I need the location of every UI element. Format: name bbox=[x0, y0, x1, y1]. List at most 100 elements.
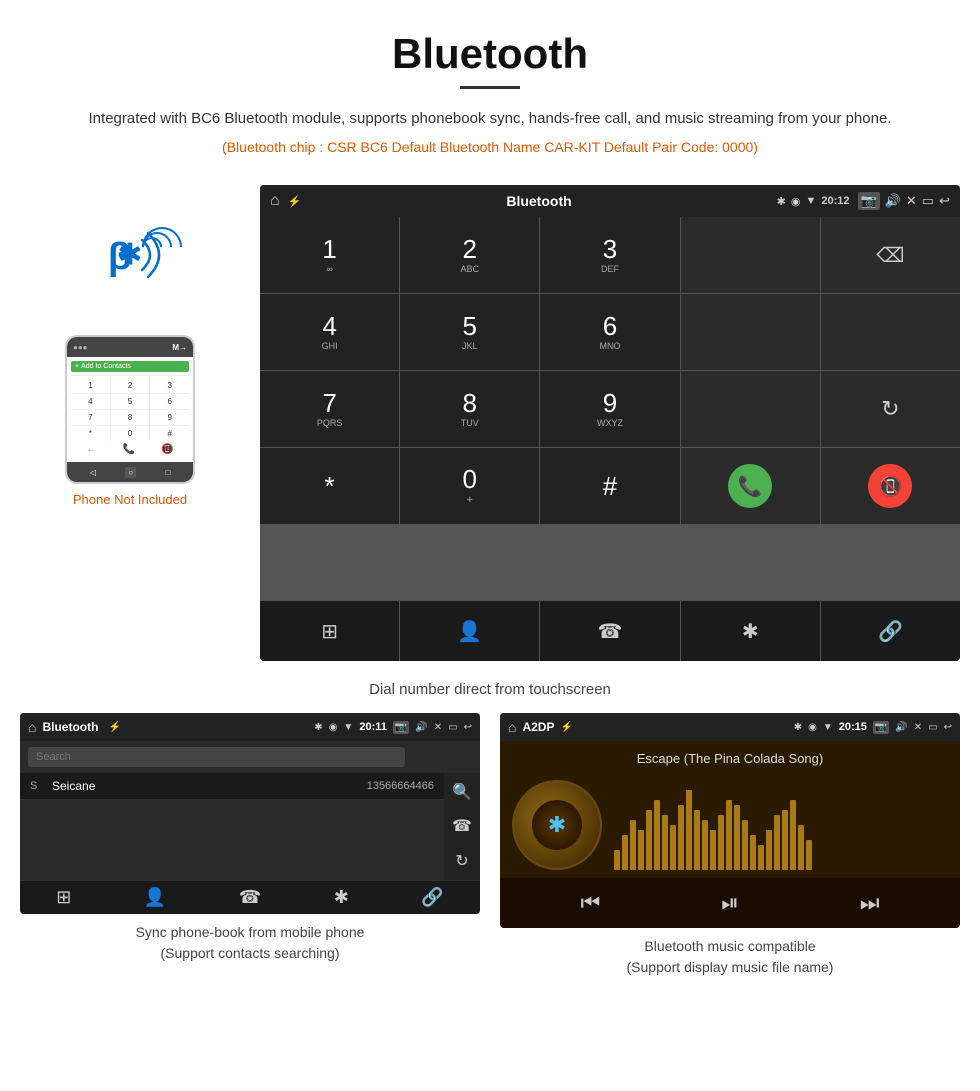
backspace-key[interactable]: ⌫ bbox=[821, 217, 960, 293]
phone-key-1: 1 bbox=[71, 378, 110, 393]
volume-icon[interactable]: 🔊 bbox=[885, 193, 901, 209]
phone-key-7: 7 bbox=[71, 410, 110, 425]
pb-search-side-icon[interactable]: 🔍 bbox=[452, 782, 472, 802]
dial-key-star[interactable]: * bbox=[260, 448, 399, 524]
pb-contact-row[interactable]: S Seicane 13566664466 bbox=[20, 773, 444, 800]
window-icon[interactable]: ▭ bbox=[922, 193, 934, 209]
phone-key-2: 2 bbox=[111, 378, 150, 393]
status-right-icons: 📷 🔊 ✕ ▭ ↩ bbox=[858, 192, 950, 210]
sub-tuv: TUV bbox=[461, 418, 479, 428]
digit-8: 8 bbox=[463, 390, 477, 416]
phonebook-caption-line2: (Support contacts searching) bbox=[161, 945, 340, 961]
bottom-link-icon[interactable]: 🔗 bbox=[821, 601, 960, 661]
ms-status-bar: ⌂ A2DP ⚡ ✱ ◉ ▼ 20:15 📷 🔊 ✕ ▭ ↩ bbox=[500, 713, 960, 741]
bottom-contacts-icon[interactable]: 👤 bbox=[400, 601, 539, 661]
ms-home-icon: ⌂ bbox=[508, 719, 516, 735]
status-icons-group: ✱ ◉ ▼ 20:12 bbox=[777, 195, 850, 208]
ms-visualizer-bar bbox=[654, 800, 660, 870]
ms-next-icon[interactable]: ⏭ bbox=[860, 890, 880, 916]
pb-bottom-phone-icon[interactable]: ☎ bbox=[239, 887, 261, 908]
ms-visualizer-bar bbox=[798, 825, 804, 870]
sub-wxyz: WXYZ bbox=[597, 418, 623, 428]
pb-contact-name: Seicane bbox=[52, 779, 359, 793]
pb-bottom-apps-icon[interactable]: ⊞ bbox=[56, 887, 71, 908]
redial-key[interactable]: ↻ bbox=[821, 371, 960, 447]
dial-key-2[interactable]: 2 ABC bbox=[400, 217, 539, 293]
digit-0: 0 bbox=[463, 466, 477, 492]
bottom-phone-icon[interactable]: ☎ bbox=[540, 601, 679, 661]
pb-bottom-person-icon[interactable]: 👤 bbox=[144, 887, 166, 908]
ms-win-icon: ▭ bbox=[928, 722, 937, 733]
ms-visualizer-bar bbox=[750, 835, 756, 870]
phone-key-3: 3 bbox=[150, 378, 189, 393]
sub-jkl: JKL bbox=[462, 341, 478, 351]
end-call-icon: 📵 bbox=[878, 474, 903, 499]
pb-back-icon: ↩ bbox=[464, 722, 472, 733]
signal-status-icon: ▼ bbox=[805, 195, 816, 207]
pb-search-input[interactable] bbox=[28, 747, 405, 767]
ms-visualizer-bar bbox=[726, 800, 732, 870]
usb-icon: ⚡ bbox=[288, 195, 302, 208]
dialpad-bottom-bar: ⊞ 👤 ☎ ✱ 🔗 bbox=[260, 601, 960, 661]
dialpad-app-title: Bluetooth bbox=[309, 193, 768, 209]
dial-key-0[interactable]: 0 + bbox=[400, 448, 539, 524]
ms-album-art: ✱ bbox=[512, 780, 602, 870]
pb-loc-icon: ◉ bbox=[329, 722, 338, 733]
pb-camera-icon: 📷 bbox=[393, 721, 409, 734]
sub-def: DEF bbox=[601, 264, 619, 274]
ms-visualizer-bar bbox=[630, 820, 636, 870]
ms-visualizer-bar bbox=[782, 810, 788, 870]
pb-bt-icon: ✱ bbox=[314, 722, 322, 733]
pb-sig-icon: ▼ bbox=[343, 722, 353, 733]
pb-bottom-link-icon[interactable]: 🔗 bbox=[421, 887, 443, 908]
digit-1: 1 bbox=[322, 236, 336, 262]
back-icon[interactable]: ↩ bbox=[939, 193, 950, 209]
close-icon[interactable]: ✕ bbox=[906, 193, 917, 209]
apps-grid-icon: ⊞ bbox=[321, 619, 338, 644]
ms-main-area: ✱ bbox=[500, 772, 960, 878]
ms-bluetooth-music-icon: ✱ bbox=[548, 812, 566, 838]
pb-bottom-bt-icon[interactable]: ✱ bbox=[334, 887, 349, 908]
ms-back-icon: ↩ bbox=[944, 722, 952, 733]
ms-visualizer-bar bbox=[806, 840, 812, 870]
ms-time: 20:15 bbox=[839, 721, 867, 733]
dial-key-9[interactable]: 9 WXYZ bbox=[540, 371, 679, 447]
bluetooth-logo-icon: ✱ bbox=[117, 238, 142, 273]
dial-key-7[interactable]: 7 PQRS bbox=[260, 371, 399, 447]
pb-refresh-side-icon[interactable]: ↻ bbox=[455, 851, 468, 871]
digit-7: 7 bbox=[322, 390, 336, 416]
dial-key-1[interactable]: 1 ∞ bbox=[260, 217, 399, 293]
pb-time: 20:11 bbox=[359, 721, 387, 733]
digit-5: 5 bbox=[463, 313, 477, 339]
dial-key-3[interactable]: 3 DEF bbox=[540, 217, 679, 293]
dial-key-6[interactable]: 6 MNO bbox=[540, 294, 679, 370]
call-green-circle: 📞 bbox=[728, 464, 772, 508]
bottom-apps-icon[interactable]: ⊞ bbox=[260, 601, 399, 661]
music-caption-line2: (Support display music file name) bbox=[627, 959, 834, 975]
ms-visualizer bbox=[614, 780, 948, 870]
ms-play-pause-icon[interactable]: ⏯ bbox=[721, 890, 739, 916]
ms-visualizer-bar bbox=[702, 820, 708, 870]
dial-key-4[interactable]: 4 GHI bbox=[260, 294, 399, 370]
phone-key-6: 6 bbox=[150, 394, 189, 409]
pb-phone-side-icon[interactable]: ☎ bbox=[452, 816, 472, 836]
call-red-circle: 📵 bbox=[868, 464, 912, 508]
digit-9: 9 bbox=[603, 390, 617, 416]
camera-icon[interactable]: 📷 bbox=[858, 192, 880, 210]
dialpad-grid: 1 ∞ 2 ABC 3 DEF ⌫ 4 GHI 5 JKL bbox=[260, 217, 960, 601]
link-icon: 🔗 bbox=[878, 619, 903, 644]
redial-icon: ↻ bbox=[881, 396, 899, 422]
ms-prev-icon[interactable]: ⏮ bbox=[580, 890, 600, 916]
ms-visualizer-bar bbox=[734, 805, 740, 870]
call-green-button[interactable]: 📞 bbox=[681, 448, 820, 524]
dial-key-8[interactable]: 8 TUV bbox=[400, 371, 539, 447]
bottom-bluetooth-icon[interactable]: ✱ bbox=[681, 601, 820, 661]
dial-key-hash[interactable]: # bbox=[540, 448, 679, 524]
phone-key-hash: # bbox=[150, 426, 189, 441]
ms-controls: ⏮ ⏯ ⏭ bbox=[500, 878, 960, 928]
phone-key-9: 9 bbox=[150, 410, 189, 425]
call-red-button[interactable]: 📵 bbox=[821, 448, 960, 524]
music-caption-line1: Bluetooth music compatible bbox=[644, 938, 815, 954]
dial-key-5[interactable]: 5 JKL bbox=[400, 294, 539, 370]
ms-x-icon: ✕ bbox=[914, 722, 922, 733]
